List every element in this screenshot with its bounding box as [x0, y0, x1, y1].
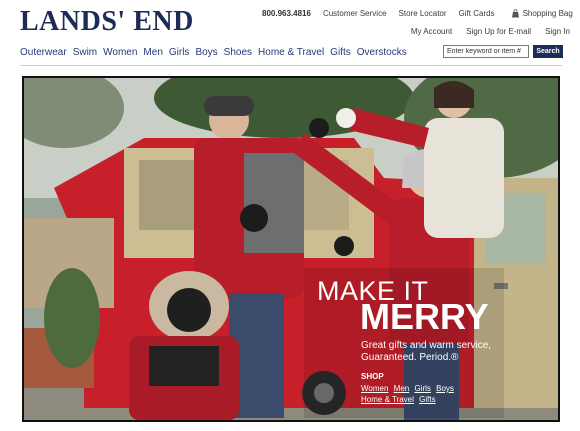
nav-item-women[interactable]: Women — [103, 47, 137, 58]
hero-photo — [24, 78, 558, 420]
main-nav: Outerwear Swim Women Men Girls Boys Shoe… — [20, 44, 407, 61]
nav-item-home-travel[interactable]: Home & Travel — [258, 47, 324, 58]
nav-item-men[interactable]: Men — [143, 47, 162, 58]
header-divider — [20, 65, 562, 66]
shop-link-gifts[interactable]: Gifts — [419, 395, 435, 404]
nav-item-outerwear[interactable]: Outerwear — [20, 47, 67, 58]
hero-headline-line2: MERRY — [360, 296, 489, 337]
shop-link-boys[interactable]: Boys — [436, 384, 454, 393]
shopping-bag-label: Shopping Bag — [522, 9, 573, 18]
shop-label: SHOP — [361, 372, 384, 381]
link-my-account[interactable]: My Account — [411, 27, 452, 36]
shopping-bag-icon — [511, 9, 520, 18]
hero-subtext: Great gifts and warm service, Guaranteed… — [361, 340, 492, 363]
shopping-bag-link[interactable]: Shopping Bag — [511, 9, 573, 18]
nav-item-gifts[interactable]: Gifts — [330, 47, 351, 58]
nav-item-swim[interactable]: Swim — [73, 47, 97, 58]
lands-end-logo[interactable]: LANDS' END — [20, 6, 194, 38]
shop-link-men[interactable]: Men — [394, 384, 410, 393]
phone-number: 800.963.4816 — [262, 9, 311, 18]
hero-banner[interactable]: MAKE IT MERRY Great gifts and warm servi… — [22, 76, 560, 422]
search-button[interactable]: Search — [533, 45, 563, 58]
nav-item-overstocks[interactable]: Overstocks — [357, 47, 407, 58]
link-gift-cards[interactable]: Gift Cards — [459, 9, 495, 18]
shop-link-girls[interactable]: Girls — [414, 384, 430, 393]
shop-links: Women Men Girls Boys Home & Travel Gifts — [361, 383, 471, 405]
shop-link-home-travel[interactable]: Home & Travel — [361, 395, 414, 404]
nav-item-boys[interactable]: Boys — [195, 47, 217, 58]
link-email-signup[interactable]: Sign Up for E-mail — [466, 27, 531, 36]
account-links: My Account Sign Up for E-mail Sign In — [411, 27, 570, 36]
nav-item-girls[interactable]: Girls — [169, 47, 190, 58]
link-sign-in[interactable]: Sign In — [545, 27, 570, 36]
shop-link-women[interactable]: Women — [361, 384, 388, 393]
nav-item-shoes[interactable]: Shoes — [224, 47, 252, 58]
link-store-locator[interactable]: Store Locator — [399, 9, 447, 18]
utility-bar: 800.963.4816 Customer Service Store Loca… — [262, 9, 573, 18]
link-customer-service[interactable]: Customer Service — [323, 9, 387, 18]
search-input[interactable] — [443, 45, 529, 58]
